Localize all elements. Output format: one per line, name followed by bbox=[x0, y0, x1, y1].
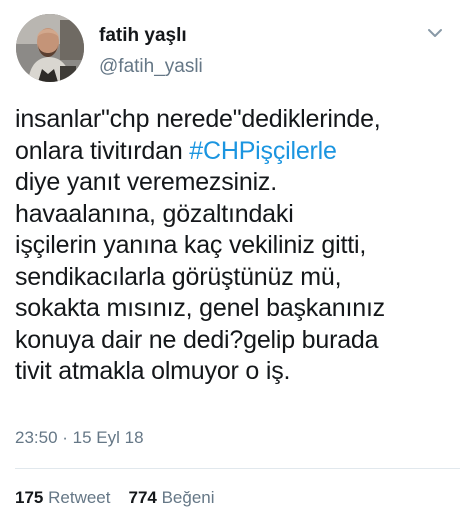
retweets-count: 175 bbox=[15, 488, 44, 507]
tweet-line: diye yanıt veremezsiniz. bbox=[15, 168, 277, 196]
likes-count: 774 bbox=[128, 488, 157, 507]
tweet-card: fatih yaşlı @fatih_yasli insanlar"chp ne… bbox=[0, 0, 460, 528]
tweet-line-text: onlara tivitırdan bbox=[15, 136, 190, 165]
display-name[interactable]: fatih yaşlı bbox=[99, 25, 187, 47]
tweet-line: onlara tivitırdan #CHPişçilerle bbox=[15, 136, 455, 168]
hashtag-link[interactable]: #CHPişçilerle bbox=[189, 137, 337, 165]
tweet-line: işçilerin yanına kaç vekiliniz gitti, bbox=[15, 231, 367, 259]
tweet-line: konuya dair ne dedi?gelip burada bbox=[15, 325, 379, 354]
likes-label: Beğeni bbox=[161, 488, 215, 507]
tweet-line: sokakta mısınız, genel başkanınız bbox=[15, 294, 385, 322]
tweet-line: tivit atmakla olmuyor o iş. bbox=[15, 357, 291, 385]
retweets-label: Retweet bbox=[48, 488, 111, 507]
avatar[interactable] bbox=[16, 14, 84, 82]
likes-stat[interactable]: 774 Beğeni bbox=[128, 488, 214, 508]
tweet-stats: 175 Retweet 774 Beğeni bbox=[15, 488, 233, 508]
user-handle[interactable]: @fatih_yasli bbox=[99, 56, 203, 78]
divider bbox=[15, 468, 460, 469]
tweet-line: insanlar"chp nerede"dediklerinde, bbox=[15, 105, 381, 133]
retweets-stat[interactable]: 175 Retweet bbox=[15, 488, 110, 508]
profile-photo-icon bbox=[16, 14, 84, 82]
tweet-text: insanlar"chp nerede"dediklerinde, onlara… bbox=[15, 104, 455, 388]
tweet-line: sendikacılarla görüştünüz mü, bbox=[15, 262, 342, 291]
chevron-down-icon[interactable] bbox=[424, 24, 446, 42]
tweet-timestamp[interactable]: 23:50 · 15 Eyl 18 bbox=[15, 428, 144, 448]
tweet-line: havaalanına, gözaltındaki bbox=[15, 199, 294, 228]
